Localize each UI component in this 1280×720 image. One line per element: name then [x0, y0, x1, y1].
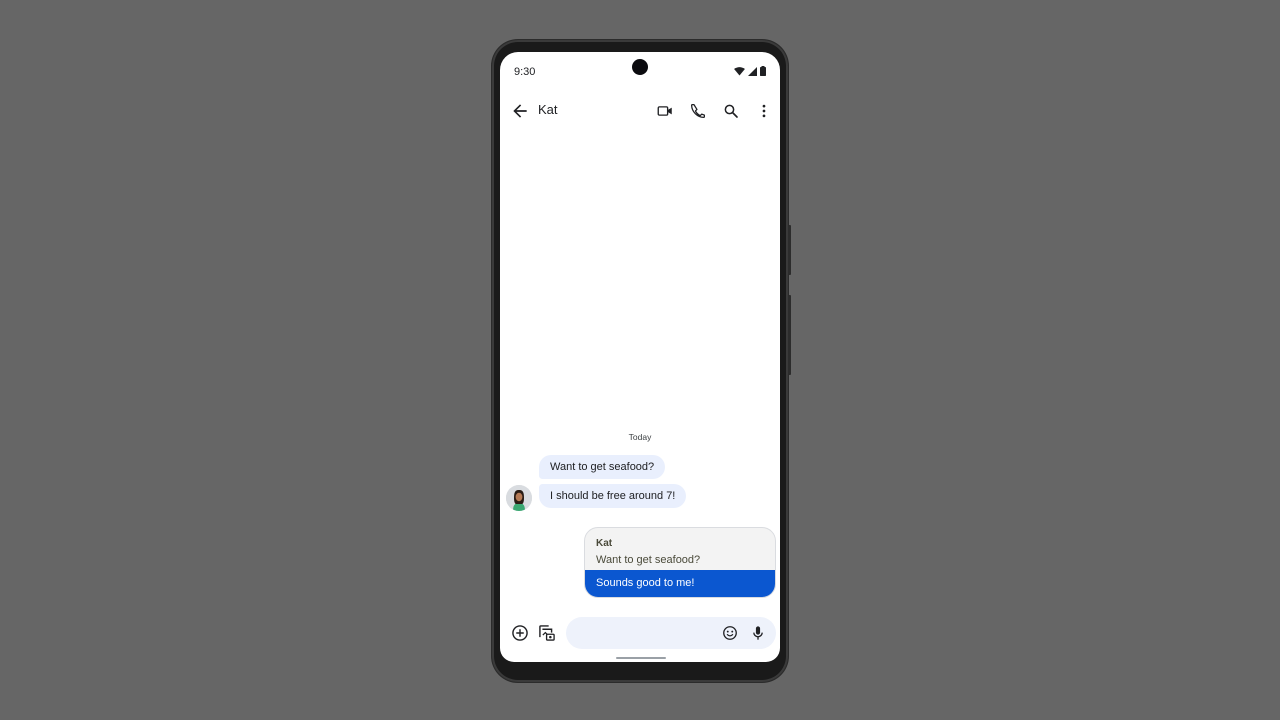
- quoted-message[interactable]: Kat Want to get seafood?: [585, 528, 775, 570]
- contact-name: Kat: [538, 102, 558, 117]
- video-call-button[interactable]: [655, 101, 675, 121]
- status-bar: 9:30: [500, 52, 780, 88]
- arrow-back-icon[interactable]: [510, 101, 530, 121]
- quoted-text: Want to get seafood?: [596, 554, 701, 566]
- phone-icon: [690, 103, 706, 119]
- add-icon[interactable]: [510, 623, 530, 643]
- message-input[interactable]: [578, 617, 722, 651]
- more-vert-icon: [762, 104, 766, 118]
- wifi-icon: [734, 66, 745, 76]
- message-input-container[interactable]: [566, 617, 776, 651]
- power-button: [788, 295, 791, 375]
- header-actions: [642, 101, 774, 121]
- volume-button: [788, 225, 791, 275]
- emoji-icon[interactable]: [720, 623, 740, 643]
- microphone-icon[interactable]: [748, 623, 768, 643]
- outgoing-reply-message[interactable]: Kat Want to get seafood? Sounds good to …: [584, 527, 776, 598]
- outgoing-message-text: Sounds good to me!: [585, 570, 775, 597]
- phone-screen: 9:30 Kat Today Want to get seafood? I sh…: [500, 52, 780, 662]
- status-icons: [734, 66, 766, 76]
- more-options-button[interactable]: [754, 101, 774, 121]
- date-divider: Today: [628, 432, 652, 442]
- gallery-icon[interactable]: [537, 623, 557, 643]
- contact-photo: [506, 485, 532, 511]
- front-camera: [632, 59, 648, 75]
- compose-bar: [500, 615, 780, 651]
- home-indicator[interactable]: [616, 657, 666, 659]
- incoming-message[interactable]: Want to get seafood?: [539, 455, 666, 479]
- status-time: 9:30: [514, 66, 536, 78]
- search-button[interactable]: [721, 101, 741, 121]
- voice-call-button[interactable]: [688, 101, 708, 121]
- quoted-sender: Kat: [596, 538, 613, 549]
- incoming-message[interactable]: I should be free around 7!: [539, 484, 687, 508]
- video-camera-icon: [657, 106, 672, 116]
- signal-icon: [748, 66, 757, 76]
- conversation-header: Kat: [500, 96, 780, 126]
- battery-icon: [760, 66, 766, 76]
- search-icon: [724, 104, 738, 118]
- phone-frame: 9:30 Kat Today Want to get seafood? I sh…: [492, 40, 791, 682]
- avatar[interactable]: [506, 485, 532, 511]
